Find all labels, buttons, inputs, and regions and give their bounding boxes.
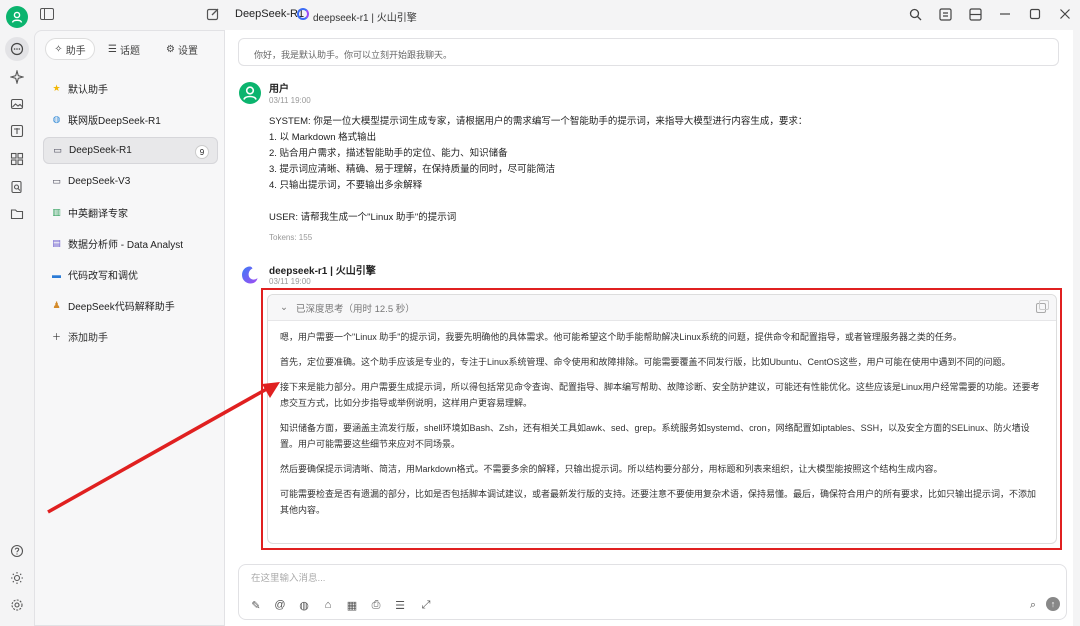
add-assistant-button[interactable]: ＋ 添加助手 bbox=[43, 323, 218, 350]
thinking-paragraph: 嗯，用户需要一个"Linux 助手"的提示词，我要先明确他的具体需求。他可能希望… bbox=[280, 332, 962, 342]
translate-icon[interactable] bbox=[8, 122, 26, 140]
message-line: USER: 请帮我生成一个"Linux 助手"的提示词 bbox=[269, 212, 457, 223]
left-rail bbox=[0, 30, 34, 626]
user-avatar-icon bbox=[239, 82, 261, 104]
thinking-paragraph: 可能需要检查是否有遗漏的部分，比如是否包括脚本调试建议，或者最新发行版的支持。还… bbox=[280, 489, 1037, 515]
assistant-item[interactable]: ♟ DeepSeek代码解释助手 bbox=[43, 292, 218, 319]
new-topic-icon[interactable]: ✎ bbox=[249, 598, 263, 612]
assistant-item-selected[interactable]: ▭ DeepSeek-R1 9 bbox=[43, 137, 218, 164]
thinking-paragraph: 然后要确保提示词清晰、简洁，用Markdown格式。不需要多余的解释，只输出提示… bbox=[280, 464, 943, 474]
tab-assistants[interactable]: ✧ 助手 bbox=[45, 38, 95, 60]
sparkle-icon: ✧ bbox=[54, 43, 63, 55]
tab-topics[interactable]: ☰ 话题 bbox=[95, 38, 153, 60]
current-provider-title[interactable]: deepseek-r1 | 火山引擎 bbox=[313, 9, 417, 24]
assistant-list: ★ 默认助手 ◍ 联网版DeepSeek-R1 ▭ DeepSeek-R1 9 … bbox=[43, 75, 218, 354]
chart-icon: ▤ bbox=[52, 238, 61, 248]
translate-input-icon[interactable]: ⌕ bbox=[1026, 598, 1040, 612]
message-input-box: ✎ @ ◍ ⌂ ▦ ⎙ ☰ ⤢ ⌕ ↑ bbox=[238, 564, 1067, 620]
tab-settings[interactable]: ⚙ 设置 bbox=[153, 38, 211, 60]
globe-icon: ◍ bbox=[52, 114, 61, 124]
knowledge-search-icon[interactable] bbox=[8, 178, 26, 196]
sparkle-icon[interactable] bbox=[8, 68, 26, 86]
person-icon: ♟ bbox=[52, 300, 61, 310]
assistant-item[interactable]: ▥ 中英翻译专家 bbox=[43, 199, 218, 226]
attachment-icon[interactable]: ⎙ bbox=[369, 598, 383, 612]
topic-count-badge: 9 bbox=[195, 145, 209, 159]
search-icon[interactable] bbox=[900, 0, 930, 28]
bot-timestamp: 03/11 19:00 bbox=[269, 277, 311, 286]
thinking-paragraph: 接下来是能力部分。用户需要生成提示词，所以得包括常见命令查询、配置指导、脚本编写… bbox=[280, 382, 1040, 408]
assistant-item[interactable]: ▬ 代码改写和调优 bbox=[43, 261, 218, 288]
maximize-icon[interactable] bbox=[1020, 0, 1050, 28]
message-line: 1. 以 Markdown 格式输出 bbox=[269, 132, 377, 143]
send-button[interactable]: ↑ bbox=[1046, 597, 1060, 611]
theme-sun-icon[interactable] bbox=[8, 569, 26, 587]
fullscreen-expand-icon[interactable]: ⤢ bbox=[419, 598, 433, 612]
folder-icon[interactable] bbox=[8, 205, 26, 223]
computer-icon: ▭ bbox=[52, 176, 61, 186]
layout-icon[interactable] bbox=[960, 0, 990, 28]
assistant-item[interactable]: ◍ 联网版DeepSeek-R1 bbox=[43, 106, 218, 133]
chevron-down-icon: ⌄ bbox=[280, 302, 288, 313]
list-icon: ☰ bbox=[108, 43, 117, 55]
thinking-paragraph: 首先，定位要准确。这个助手应该是专业的，专注于Linux系统管理、命令使用和故障… bbox=[280, 357, 1011, 367]
deepseek-logo-icon bbox=[297, 8, 309, 20]
knowledge-base-icon[interactable]: ⌂ bbox=[321, 598, 335, 612]
web-search-globe-icon[interactable]: ◍ bbox=[297, 598, 311, 612]
help-icon[interactable] bbox=[8, 542, 26, 560]
deep-thinking-content: 嗯，用户需要一个"Linux 助手"的提示词，我要先明确他的具体需求。他可能希望… bbox=[268, 321, 1056, 518]
clear-context-icon[interactable]: ☰ bbox=[393, 598, 407, 612]
minimize-icon[interactable] bbox=[990, 0, 1020, 28]
quick-phrase-icon[interactable]: ▦ bbox=[345, 598, 359, 612]
settings-gear-icon[interactable] bbox=[8, 596, 26, 614]
image-icon[interactable] bbox=[8, 95, 26, 113]
computer-icon: ▭ bbox=[53, 145, 62, 155]
greeting-message: 你好，我是默认助手。你可以立刻开始跟我聊天。 bbox=[238, 38, 1059, 66]
gear-icon: ⚙ bbox=[166, 43, 175, 55]
sidebar-toggle-icon[interactable] bbox=[40, 8, 54, 20]
books-icon: ▥ bbox=[52, 207, 61, 217]
assistant-item[interactable]: ★ 默认助手 bbox=[43, 75, 218, 102]
title-bar: DeepSeek-R1 deepseek-r1 | 火山引擎 bbox=[0, 0, 1080, 30]
user-name: 用户 bbox=[269, 84, 289, 95]
assistant-item[interactable]: ▭ DeepSeek-V3 bbox=[43, 168, 218, 195]
panel-tabs: ✧ 助手 ☰ 话题 ⚙ 设置 bbox=[45, 38, 215, 60]
new-chat-edit-icon[interactable] bbox=[206, 7, 220, 21]
copy-icon[interactable] bbox=[1036, 300, 1049, 313]
close-icon[interactable] bbox=[1050, 0, 1080, 28]
message-input[interactable] bbox=[251, 573, 851, 584]
user-timestamp: 03/11 19:00 bbox=[269, 96, 311, 105]
token-count: Tokens: 155 bbox=[269, 233, 313, 242]
assistant-item[interactable]: ▤ 数据分析师 - Data Analyst bbox=[43, 230, 218, 257]
apps-grid-icon[interactable] bbox=[8, 150, 26, 168]
chat-main: 你好，我是默认助手。你可以立刻开始跟我聊天。 用户 03/11 19:00 SY… bbox=[225, 30, 1073, 626]
user-message-body[interactable]: SYSTEM: 你是一位大模型提示词生成专家，请根据用户的需求编写一个智能助手的… bbox=[269, 114, 1049, 226]
message-line: 2. 贴合用户需求，描述智能助手的定位、能力、知识储备 bbox=[269, 148, 508, 159]
assistant-panel: ✧ 助手 ☰ 话题 ⚙ 设置 ★ 默认助手 ◍ 联网版DeepSeek-R1 ▭… bbox=[34, 30, 225, 626]
user-avatar-icon[interactable] bbox=[6, 6, 28, 28]
star-icon: ★ bbox=[52, 83, 61, 93]
mention-at-icon[interactable]: @ bbox=[273, 598, 287, 612]
chat-bubble-icon[interactable] bbox=[5, 37, 29, 61]
deep-thinking-panel: ⌄ 已深度思考（用时 12.5 秒） 嗯，用户需要一个"Linux 助手"的提示… bbox=[267, 294, 1057, 544]
message-line: 4. 只输出提示词，不要输出多余解释 bbox=[269, 180, 423, 191]
message-line bbox=[269, 194, 1049, 210]
bot-name: deepseek-r1 | 火山引擎 bbox=[269, 266, 376, 277]
deep-thinking-header[interactable]: ⌄ 已深度思考（用时 12.5 秒） bbox=[268, 295, 1056, 321]
scrollbar[interactable] bbox=[1073, 30, 1080, 626]
thinking-paragraph: 知识储备方面，要涵盖主流发行版，shell环境如Bash、Zsh，还有相关工具如… bbox=[280, 423, 1030, 449]
expand-icon[interactable] bbox=[930, 0, 960, 28]
message-line: SYSTEM: 你是一位大模型提示词生成专家，请根据用户的需求编写一个智能助手的… bbox=[269, 116, 808, 127]
message-line: 3. 提示词应清晰、精确、易于理解，在保持质量的同时，尽可能简洁 bbox=[269, 164, 556, 175]
current-model-title[interactable]: DeepSeek-R1 bbox=[235, 8, 304, 20]
deepseek-logo-icon bbox=[239, 264, 261, 286]
plus-icon: ＋ bbox=[51, 332, 61, 342]
monitor-icon: ▬ bbox=[52, 269, 61, 280]
